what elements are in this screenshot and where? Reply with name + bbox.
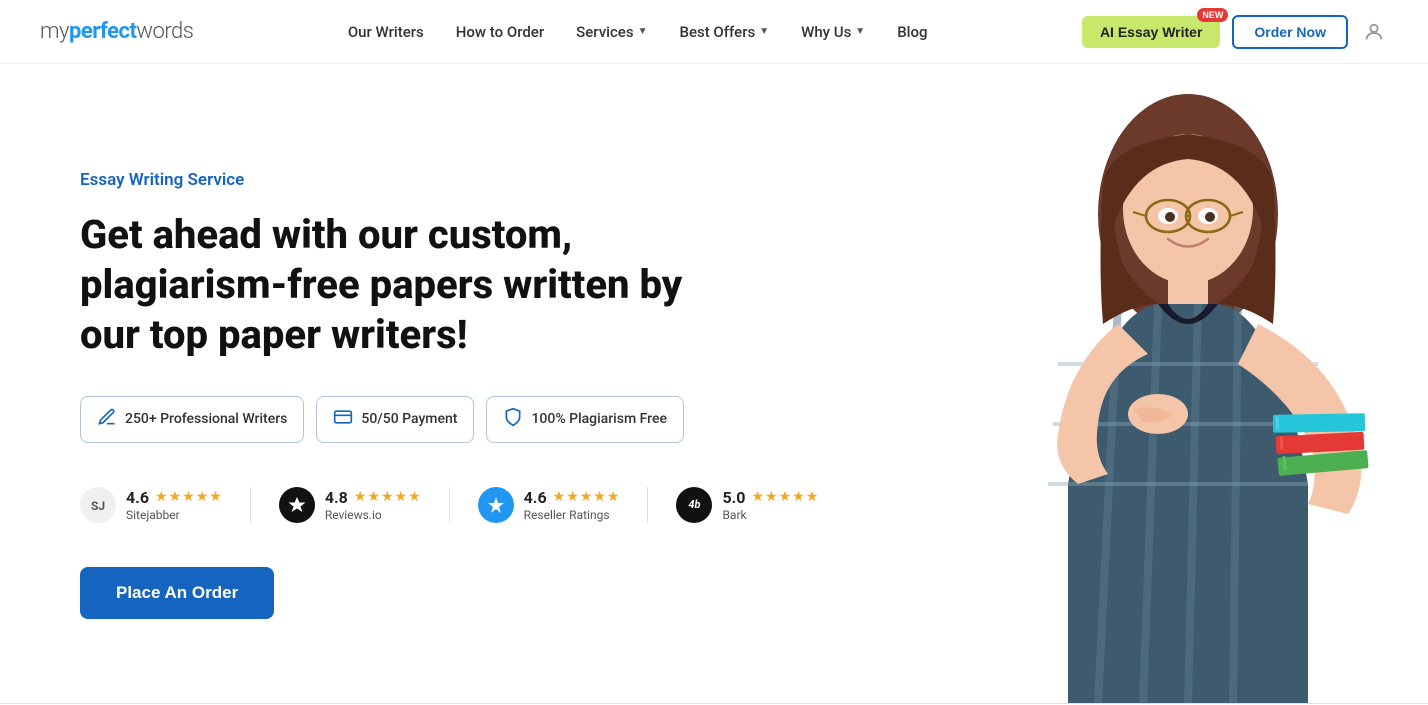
ratings-row: SJ 4.6 ★ ★ ★ ★ ★ Sitejabber	[80, 487, 780, 523]
bark-score: 5.0	[722, 488, 745, 507]
plagiarism-icon	[503, 407, 523, 432]
hero-image	[948, 64, 1428, 704]
reviews-io-stars: ★ ★ ★ ★ ★	[354, 489, 421, 505]
payment-label: 50/50 Payment	[361, 411, 457, 427]
service-label: Essay Writing Service	[80, 170, 780, 190]
ai-essay-writer-button[interactable]: AI Essay Writer New	[1082, 16, 1220, 48]
hero-content: Essay Writing Service Get ahead with our…	[80, 170, 780, 619]
payment-icon	[333, 407, 353, 432]
bark-rating-info: 5.0 ★ ★ ★ ★ ★ Bark	[722, 488, 818, 522]
sitejabber-stars: ★ ★ ★ ★ ★	[155, 489, 222, 505]
header: myperfectwords Our Writers How to Order …	[0, 0, 1428, 64]
logo-perfect: perfect	[69, 19, 136, 44]
reseller-platform: Reseller Ratings	[524, 508, 620, 522]
nav-why-us[interactable]: Why Us ▼	[801, 23, 865, 41]
ai-new-badge: New	[1197, 8, 1228, 22]
header-actions: AI Essay Writer New Order Now	[1082, 15, 1388, 49]
bark-logo: 4b	[676, 487, 712, 523]
feature-payment: 50/50 Payment	[316, 396, 474, 443]
place-order-button[interactable]: Place An Order	[80, 567, 274, 619]
rating-bark: 4b 5.0 ★ ★ ★ ★ ★ Bark	[676, 487, 846, 523]
writers-label: 250+ Professional Writers	[125, 411, 287, 427]
rating-reviews-io: 4.8 ★ ★ ★ ★ ★ Reviews.io	[279, 487, 450, 523]
features-row: 250+ Professional Writers 50/50 Payment …	[80, 396, 780, 443]
logo-my: my	[40, 19, 69, 44]
bottom-divider	[0, 703, 1428, 704]
nav-our-writers[interactable]: Our Writers	[348, 23, 424, 41]
order-now-button[interactable]: Order Now	[1232, 15, 1348, 49]
logo[interactable]: myperfectwords	[40, 19, 193, 44]
nav-best-offers[interactable]: Best Offers ▼	[679, 23, 769, 41]
hero-section: Essay Writing Service Get ahead with our…	[0, 64, 1428, 704]
writers-icon	[97, 407, 117, 432]
plagiarism-label: 100% Plagiarism Free	[531, 411, 667, 427]
sitejabber-rating-info: 4.6 ★ ★ ★ ★ ★ Sitejabber	[126, 488, 222, 522]
rating-sitejabber: SJ 4.6 ★ ★ ★ ★ ★ Sitejabber	[80, 487, 251, 523]
sitejabber-platform: Sitejabber	[126, 508, 222, 522]
why-us-chevron-icon: ▼	[855, 26, 865, 37]
svg-text:SJ: SJ	[91, 499, 105, 513]
bark-platform: Bark	[722, 508, 818, 522]
reseller-stars: ★ ★ ★ ★ ★	[553, 489, 620, 505]
rating-reseller: 4.6 ★ ★ ★ ★ ★ Reseller Ratings	[478, 487, 649, 523]
sitejabber-logo: SJ	[80, 487, 116, 523]
reviews-io-platform: Reviews.io	[325, 508, 421, 522]
reseller-score: 4.6	[524, 488, 547, 507]
feature-writers: 250+ Professional Writers	[80, 396, 304, 443]
hero-woman-illustration	[958, 64, 1418, 704]
reviews-io-rating-info: 4.8 ★ ★ ★ ★ ★ Reviews.io	[325, 488, 421, 522]
feature-plagiarism: 100% Plagiarism Free	[486, 396, 684, 443]
sitejabber-score: 4.6	[126, 488, 149, 507]
reviews-io-score: 4.8	[325, 488, 348, 507]
reseller-ratings-logo	[478, 487, 514, 523]
services-chevron-icon: ▼	[638, 26, 648, 37]
nav-how-to-order[interactable]: How to Order	[456, 23, 544, 41]
reviews-io-logo	[279, 487, 315, 523]
user-account-icon[interactable]	[1360, 18, 1388, 46]
nav-services[interactable]: Services ▼	[576, 23, 647, 41]
hero-title: Get ahead with our custom, plagiarism-fr…	[80, 210, 700, 360]
reseller-rating-info: 4.6 ★ ★ ★ ★ ★ Reseller Ratings	[524, 488, 620, 522]
bark-stars: ★ ★ ★ ★ ★	[751, 489, 818, 505]
logo-words: words	[136, 19, 193, 44]
main-nav: Our Writers How to Order Services ▼ Best…	[348, 23, 928, 41]
best-offers-chevron-icon: ▼	[759, 26, 769, 37]
nav-blog[interactable]: Blog	[897, 23, 927, 41]
